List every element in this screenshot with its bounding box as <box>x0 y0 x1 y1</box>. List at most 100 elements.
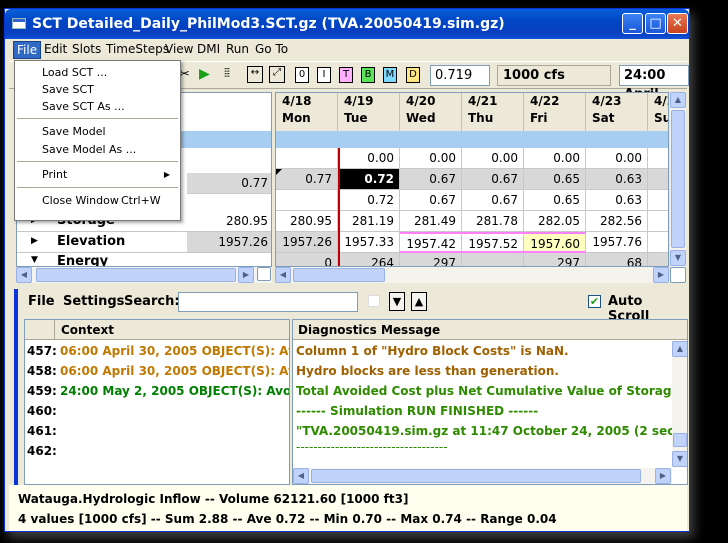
grid-cell[interactable]: 0.65 <box>524 169 586 190</box>
menu-item-save-model-as[interactable]: Save Model As ... <box>15 141 180 158</box>
fit-all-icon[interactable]: ⤢ <box>269 66 285 83</box>
grid-cell[interactable]: 19 <box>648 232 668 253</box>
flag-d-button[interactable]: D <box>406 67 420 83</box>
diag-menu-settings[interactable]: Settings <box>63 294 124 309</box>
grid-cell[interactable]: 281.19 <box>338 211 400 232</box>
menu-item-save-sct[interactable]: Save SCT <box>15 81 180 98</box>
grid-cell[interactable]: 0.67 <box>400 169 462 190</box>
menu-file[interactable]: File <box>13 41 42 59</box>
date-header-cell[interactable]: 4/22 Fri <box>524 93 586 131</box>
flag-i-button[interactable]: I <box>317 67 331 83</box>
menu-slots[interactable]: Slots <box>69 41 104 59</box>
close-icon[interactable]: ✕ <box>667 13 688 34</box>
expand-icon[interactable]: ▶ <box>31 236 38 246</box>
flag-m-button[interactable]: M <box>383 67 397 83</box>
grid-cell[interactable]: 0.63 <box>586 190 648 211</box>
grid-cell[interactable]: 0 <box>276 253 338 266</box>
scroll-left-icon[interactable]: ◀ <box>293 468 309 484</box>
auto-scroll-checkbox[interactable]: ✔ <box>588 295 601 308</box>
grid-cell[interactable]: 0.72 <box>338 190 400 211</box>
menu-item-save-sct-as[interactable]: Save SCT As ... <box>15 98 180 115</box>
grid-cell[interactable]: 0.72 <box>338 169 400 190</box>
date-header-cell[interactable]: 4/21 Thu <box>462 93 524 131</box>
grid-cell[interactable]: 1957.26 <box>276 232 338 253</box>
scroll-left-icon[interactable]: ◀ <box>16 267 32 283</box>
grid-cell[interactable]: 264 <box>338 253 400 266</box>
scroll-thumb[interactable] <box>671 110 685 248</box>
message-header[interactable]: Diagnostics Message <box>293 320 687 340</box>
scroll-right-icon[interactable]: ▶ <box>655 468 671 484</box>
grid-cell[interactable] <box>462 253 524 266</box>
scroll-up-icon[interactable]: ▲ <box>670 92 686 108</box>
grid-cell[interactable]: 68 <box>586 253 648 266</box>
diag-menu-file[interactable]: File <box>28 294 55 309</box>
date-header-cell[interactable]: 4/2 Su <box>648 93 668 131</box>
grid-hscroll[interactable]: ◀ ▶ <box>275 267 669 283</box>
menu-item-print[interactable]: Print ▶ <box>15 166 180 183</box>
time-field[interactable]: 24:00 April <box>619 65 689 102</box>
grid-cell[interactable]: 0.65 <box>524 190 586 211</box>
context-row[interactable]: 458: 06:00 April 30, 2005 OBJECT(S): Avo <box>25 361 289 381</box>
grid-cell[interactable] <box>648 169 668 190</box>
grid-cell[interactable]: 0.00 <box>462 148 524 169</box>
menu-edit[interactable]: Edit <box>41 41 70 59</box>
columns-icon[interactable]: ⦙⦙⦙ <box>224 66 230 81</box>
menu-view[interactable]: View <box>162 41 196 59</box>
grid-cell[interactable] <box>648 211 668 232</box>
left-hscroll[interactable]: ◀ ▶ <box>16 267 272 283</box>
date-header-cell[interactable]: 4/19 Tue <box>338 93 400 131</box>
diagnostics-message[interactable]: ------ Simulation RUN FINISHED ------ <box>296 401 538 421</box>
fit-width-icon[interactable]: ↔ <box>247 66 263 83</box>
value-field[interactable]: 0.719 <box>430 65 490 86</box>
scroll-thumb[interactable] <box>293 268 385 282</box>
scroll-thumb[interactable] <box>311 469 641 483</box>
menu-goto[interactable]: Go To <box>252 41 291 59</box>
minimize-icon[interactable]: _ <box>622 13 643 34</box>
grid-cell[interactable]: 282.05 <box>524 211 586 232</box>
maximize-icon[interactable]: □ <box>645 13 666 34</box>
scroll-right-icon[interactable]: ▶ <box>238 267 254 283</box>
scroll-down-icon[interactable]: ▼ <box>672 451 687 467</box>
collapse-icon[interactable]: ▼ <box>31 255 38 265</box>
menu-item-save-model[interactable]: Save Model <box>15 123 180 140</box>
grid-cell[interactable]: 281.78 <box>462 211 524 232</box>
menu-dmi[interactable]: DMI <box>194 41 223 59</box>
grid-cell[interactable]: 0.00 <box>524 148 586 169</box>
grid-cell[interactable]: 1957.60 <box>524 232 586 253</box>
grid-cell[interactable]: 0.77 <box>276 169 338 190</box>
grid-cell[interactable] <box>648 253 668 266</box>
context-row[interactable]: 457: 06:00 April 30, 2005 OBJECT(S): Avo <box>25 341 289 361</box>
context-header[interactable]: Context <box>25 320 289 340</box>
grid-cell[interactable] <box>648 190 668 211</box>
grid-cell[interactable]: 0.00 <box>400 148 462 169</box>
grid-cell[interactable] <box>648 148 668 169</box>
grid-cell[interactable]: 280.95 <box>276 211 338 232</box>
run-icon[interactable]: ▶ <box>199 66 210 82</box>
search-input[interactable] <box>178 292 358 312</box>
menu-run[interactable]: Run <box>223 41 252 59</box>
elevation-row[interactable]: ▶ Elevation 1957.26 <box>17 232 271 253</box>
title-bar[interactable]: SCT Detailed_Daily_PhilMod3.SCT.gz (TVA.… <box>5 9 689 39</box>
grid-cell[interactable]: 297 <box>524 253 586 266</box>
grid-cell[interactable]: 1957.33 <box>338 232 400 253</box>
diagnostics-message[interactable]: Hydro blocks are less than generation. <box>296 361 559 381</box>
context-row[interactable]: 460: <box>25 401 289 421</box>
search-down-icon[interactable]: ▼ <box>389 292 405 311</box>
grid-vscroll[interactable]: ▲ ▼ <box>670 92 686 267</box>
search-up-icon[interactable]: ▲ <box>411 292 427 311</box>
grid-cell[interactable]: 281.49 <box>400 211 462 232</box>
grid-cell[interactable] <box>276 190 338 211</box>
energy-row[interactable]: ▼ Energy <box>17 253 271 266</box>
menu-item-load-sct[interactable]: Load SCT ... <box>15 64 180 81</box>
diagnostics-message[interactable]: Total Avoided Cost plus Net Cumulative V… <box>296 381 687 401</box>
grid-cell[interactable] <box>276 148 338 169</box>
date-header-cell[interactable]: 4/18 Mon <box>276 93 338 131</box>
grid-cell[interactable]: 0.67 <box>462 190 524 211</box>
grid-cell[interactable]: 0.00 <box>338 148 400 169</box>
grid-cell[interactable]: 1957.52 <box>462 232 524 253</box>
context-row[interactable]: 459: 24:00 May 2, 2005 OBJECT(S): Avoid <box>25 381 289 401</box>
grid-cell[interactable]: 1957.42 <box>400 232 462 253</box>
flag-zero-button[interactable]: 0 <box>295 67 309 83</box>
grid-cell[interactable]: 0.67 <box>400 190 462 211</box>
scroll-right-icon[interactable]: ▶ <box>653 267 669 283</box>
